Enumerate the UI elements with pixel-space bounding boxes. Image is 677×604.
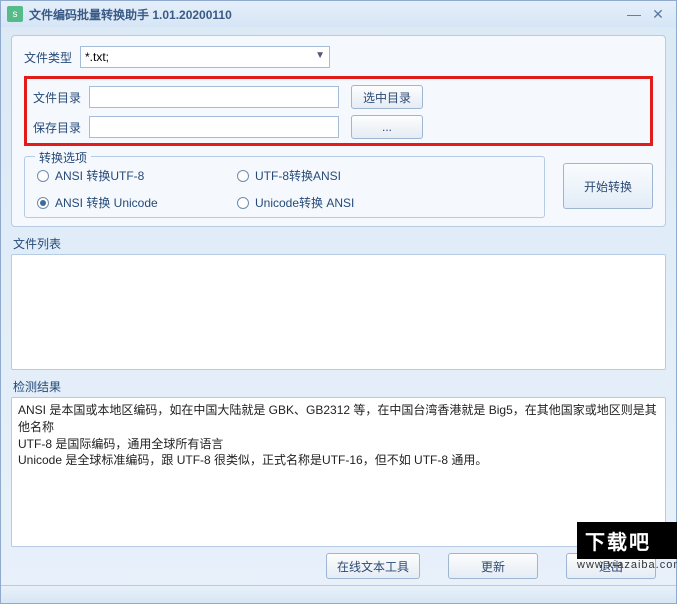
exit-button[interactable]: 退出 [566, 553, 656, 579]
status-bar [1, 585, 676, 603]
radio-utf8-to-ansi[interactable]: UTF-8转换ANSI [237, 167, 437, 184]
app-icon: s [7, 6, 23, 22]
file-dir-label: 文件目录 [33, 89, 89, 106]
file-type-label: 文件类型 [24, 49, 80, 66]
save-dir-input[interactable] [89, 116, 339, 138]
radio-ansi-to-unicode[interactable]: ANSI 转换 Unicode [37, 194, 237, 211]
browse-button[interactable]: ... [351, 115, 423, 139]
result-box[interactable]: ANSI 是本国或本地区编码，如在中国大陆就是 GBK、GB2312 等，在中国… [11, 397, 666, 547]
file-list-title: 文件列表 [13, 235, 666, 252]
top-panel: 文件类型 *.txt; ▼ 文件目录 选中目录 保存目录 ... [11, 35, 666, 227]
radio-unicode-to-ansi[interactable]: Unicode转换 ANSI [237, 194, 437, 211]
close-button[interactable]: ✕ [646, 5, 670, 23]
convert-options-legend: 转换选项 [35, 149, 91, 166]
radio-ansi-to-utf8[interactable]: ANSI 转换UTF-8 [37, 167, 237, 184]
result-line-2: UTF-8 是国际编码，通用全球所有语言 [18, 436, 659, 453]
online-tool-button[interactable]: 在线文本工具 [326, 553, 420, 579]
file-list-box[interactable] [11, 254, 666, 370]
content-area: 文件类型 *.txt; ▼ 文件目录 选中目录 保存目录 ... [1, 27, 676, 585]
save-dir-label: 保存目录 [33, 119, 89, 136]
file-type-value: *.txt; [85, 50, 109, 64]
file-type-combo[interactable]: *.txt; ▼ [80, 46, 330, 68]
file-dir-input[interactable] [89, 86, 339, 108]
titlebar: s 文件编码批量转换助手 1.01.20200110 — ✕ [1, 1, 676, 27]
convert-row: 转换选项 ANSI 转换UTF-8 UTF-8转换ANSI ANSI 转换 Un… [24, 154, 653, 218]
bottom-button-bar: 在线文本工具 更新 退出 [11, 547, 666, 581]
file-type-row: 文件类型 *.txt; ▼ [24, 46, 653, 68]
chevron-down-icon: ▼ [315, 50, 325, 61]
app-window: s 文件编码批量转换助手 1.01.20200110 — ✕ 文件类型 *.tx… [0, 0, 677, 604]
result-title: 检测结果 [13, 378, 666, 395]
highlighted-directory-section: 文件目录 选中目录 保存目录 ... [24, 76, 653, 146]
window-title: 文件编码批量转换助手 1.01.20200110 [29, 6, 622, 23]
minimize-button[interactable]: — [622, 5, 646, 23]
select-dir-button[interactable]: 选中目录 [351, 85, 423, 109]
convert-options-fieldset: 转换选项 ANSI 转换UTF-8 UTF-8转换ANSI ANSI 转换 Un… [24, 156, 545, 218]
update-button[interactable]: 更新 [448, 553, 538, 579]
start-convert-button[interactable]: 开始转换 [563, 163, 653, 209]
result-line-3: Unicode 是全球标准编码，跟 UTF-8 很类似，正式名称是UTF-16，… [18, 452, 659, 469]
result-line-1: ANSI 是本国或本地区编码，如在中国大陆就是 GBK、GB2312 等，在中国… [18, 402, 659, 436]
